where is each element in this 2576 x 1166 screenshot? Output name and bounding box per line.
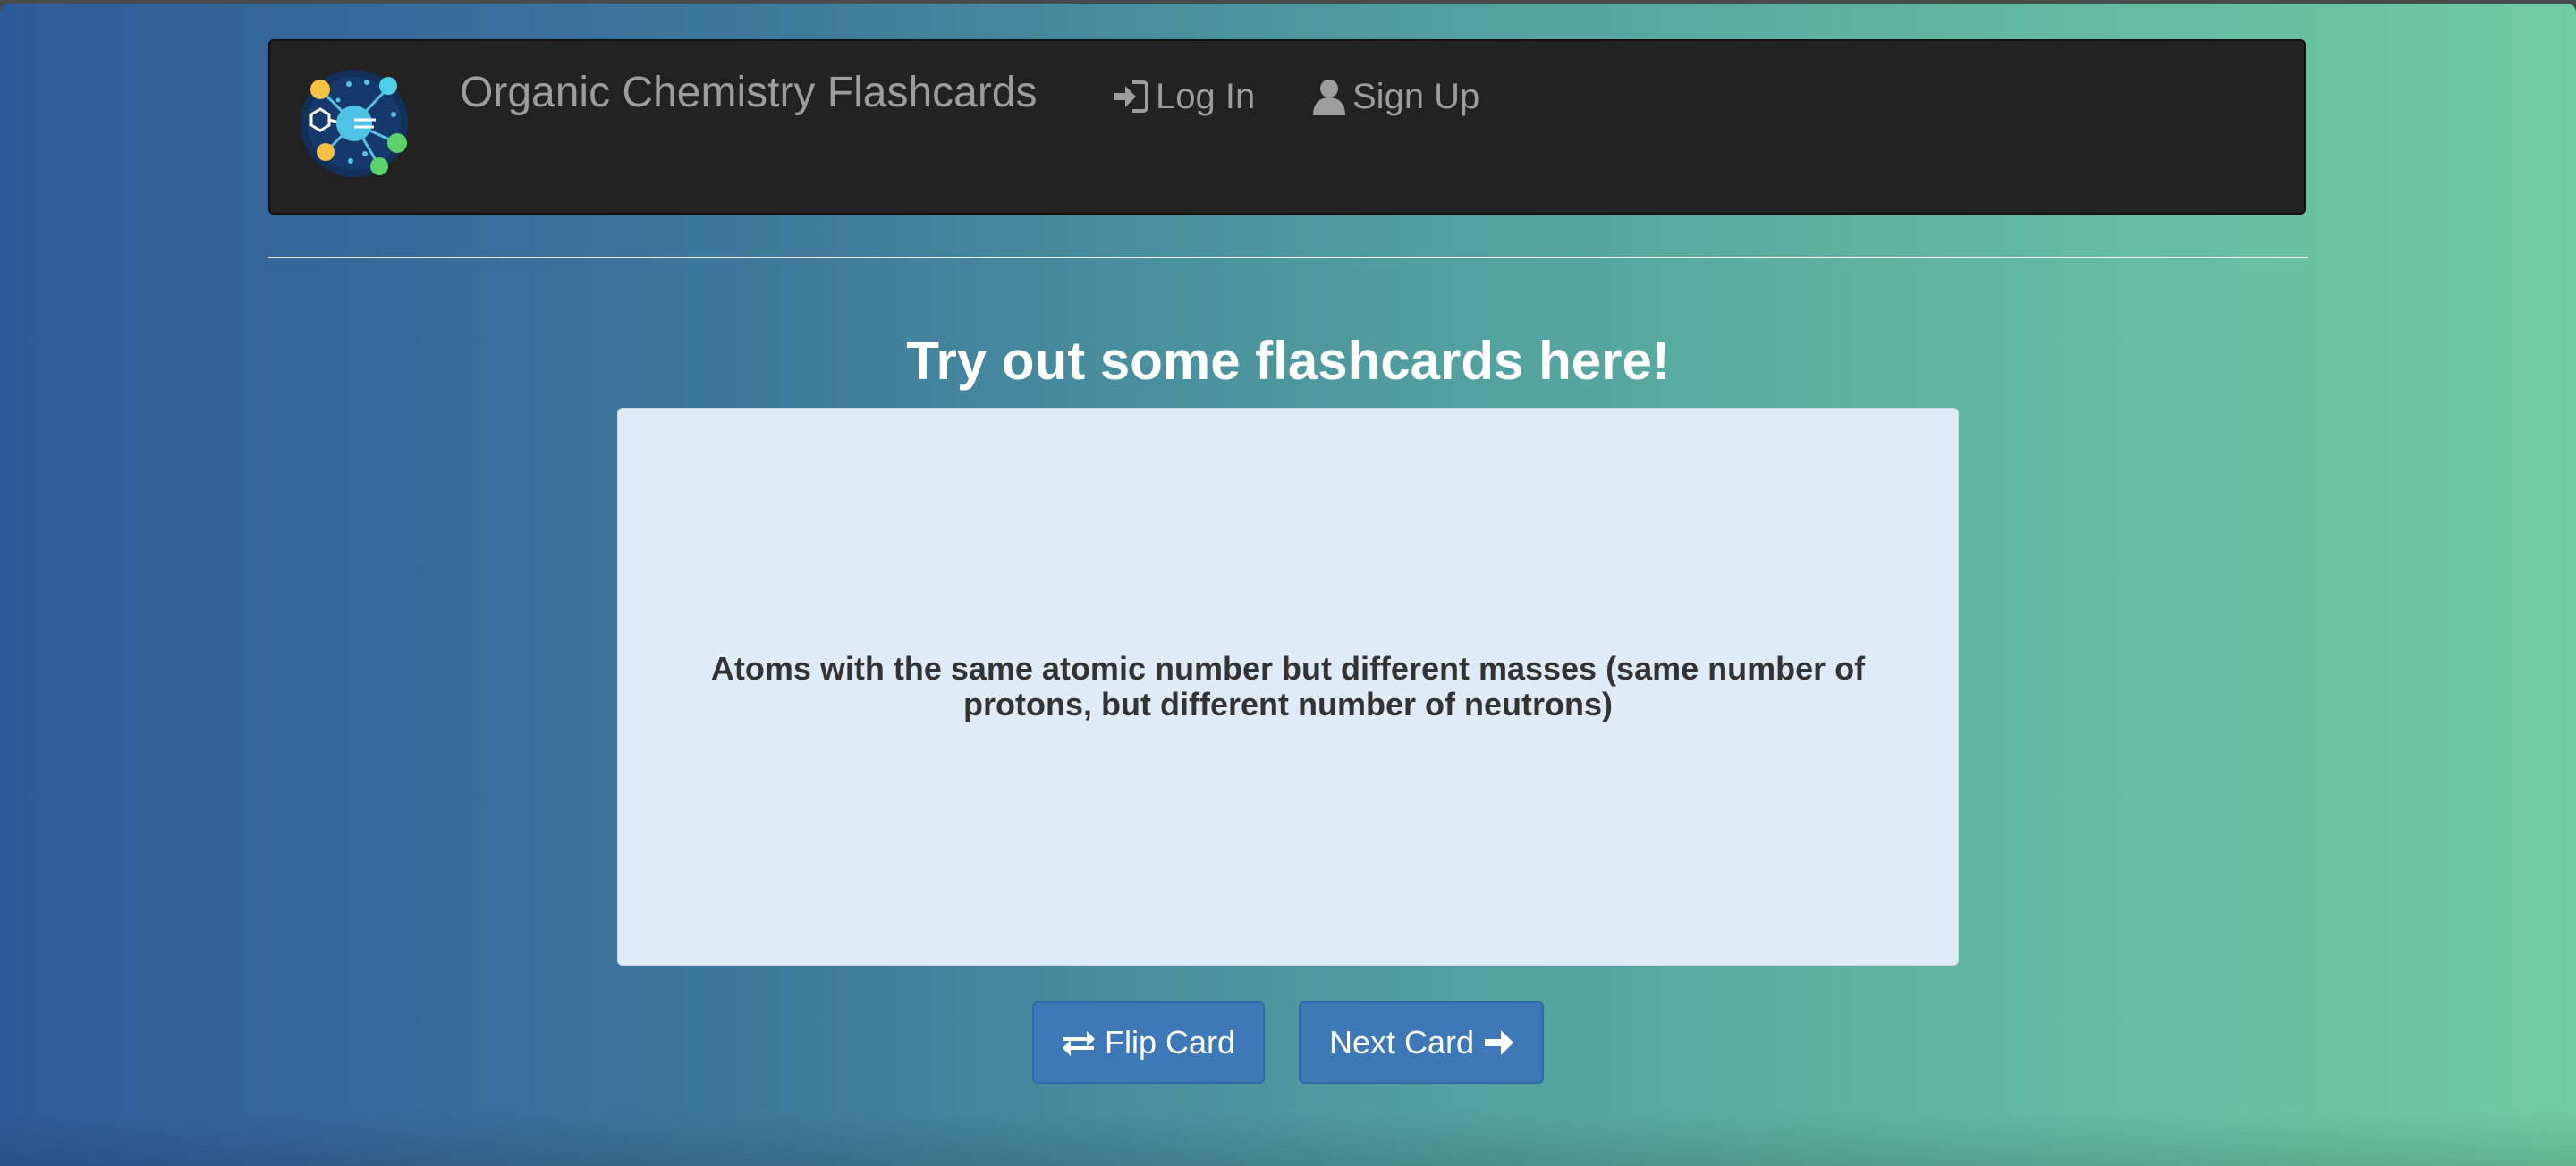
signup-label: Sign Up [1352,77,1480,116]
page-title: Try out some flashcards here! [906,331,1670,391]
login-link[interactable]: Log In [1111,72,1255,122]
user-icon [1311,78,1347,115]
arrow-right-icon [1483,1028,1514,1057]
navbar: Organic Chemistry Flashcards Log In Sign… [268,39,2306,215]
brand-link[interactable]: Organic Chemistry Flashcards [460,66,1038,120]
flashcard[interactable]: Atoms with the same atomic number but di… [617,408,1959,966]
swap-arrows-icon [1062,1028,1096,1057]
login-label: Log In [1156,77,1256,116]
molecule-logo-icon[interactable] [299,68,410,179]
log-in-icon [1111,79,1150,114]
next-card-button[interactable]: Next Card [1299,1001,1544,1084]
flip-card-label: Flip Card [1104,1024,1236,1060]
signup-link[interactable]: Sign Up [1311,72,1479,122]
flashcard-text: Atoms with the same atomic number but di… [710,650,1866,722]
flip-card-button[interactable]: Flip Card [1032,1001,1265,1084]
page-background: Organic Chemistry Flashcards Log In Sign… [0,4,2576,1166]
next-card-label: Next Card [1328,1024,1475,1060]
divider [268,257,2308,258]
